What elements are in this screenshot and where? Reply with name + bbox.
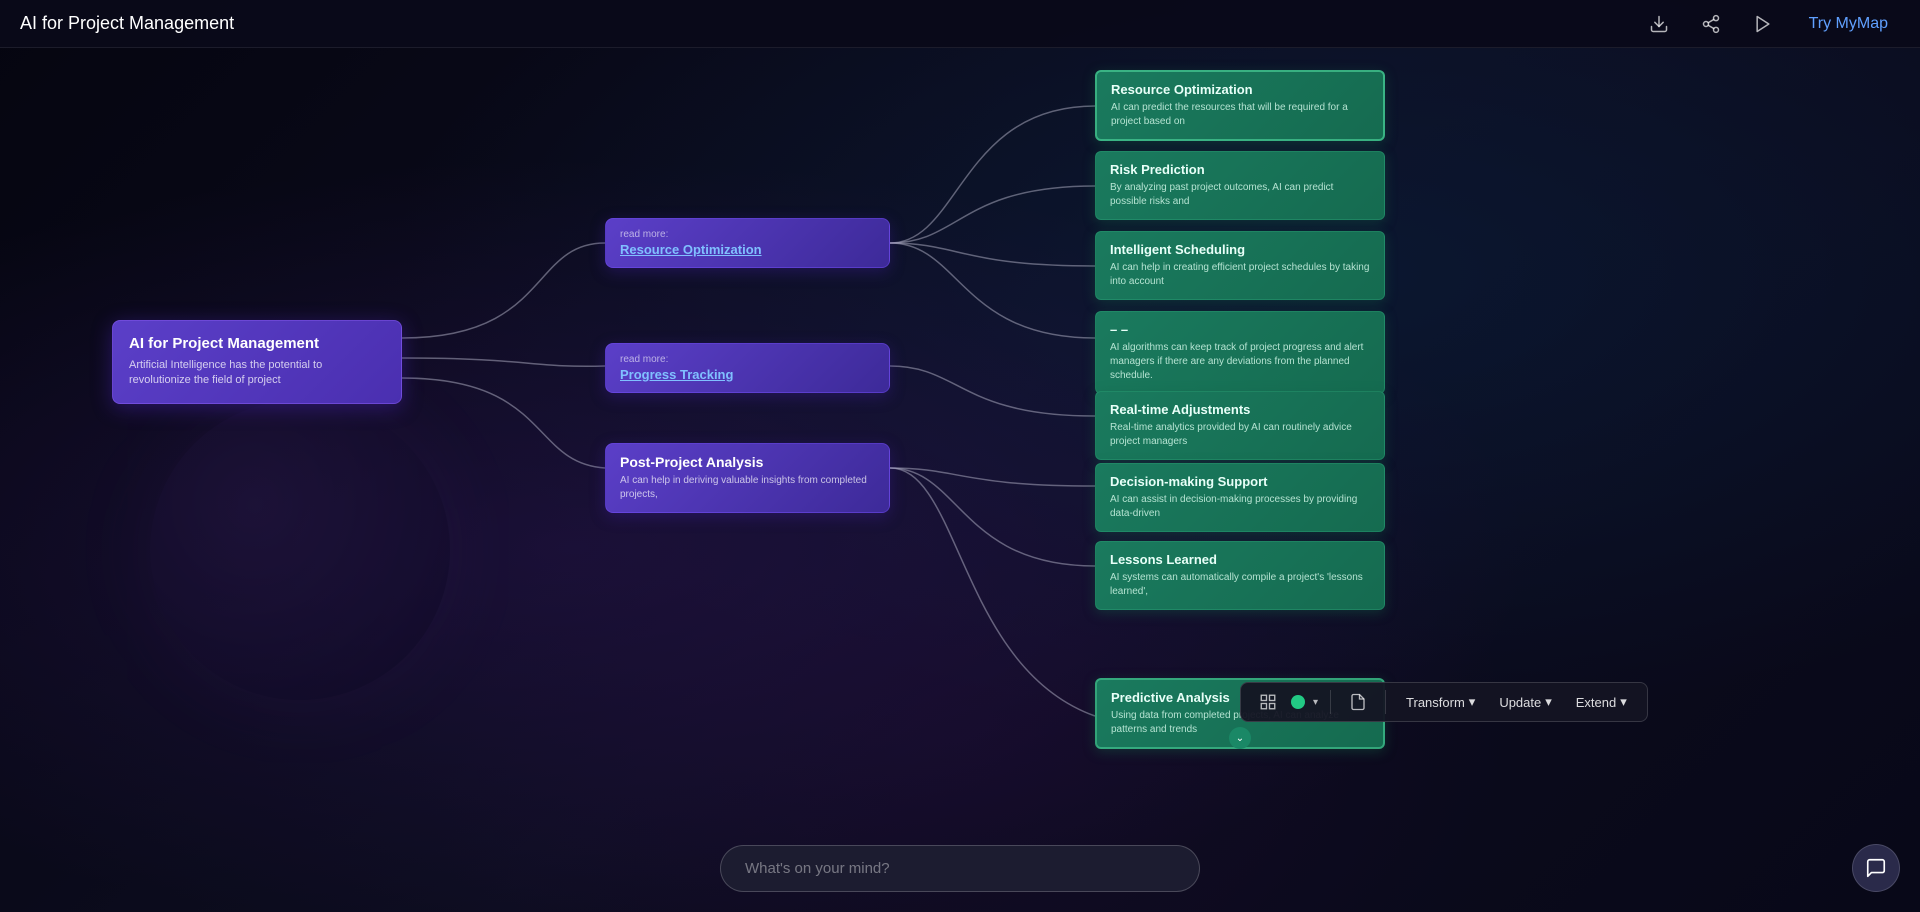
update-dropdown-button[interactable]: Update ▾ — [1491, 690, 1559, 714]
branch-node-resource-opt[interactable]: read more: Resource Optimization — [605, 218, 890, 268]
color-chevron-icon[interactable]: ▾ — [1313, 697, 1318, 708]
document-icon-button[interactable] — [1343, 689, 1373, 715]
chat-bubble-button[interactable] — [1852, 844, 1900, 892]
update-label: Update — [1499, 695, 1541, 710]
branch-post-project-title: Post-Project Analysis — [620, 454, 875, 470]
transform-label: Transform — [1406, 695, 1465, 710]
leaf-risk-prediction-title: Risk Prediction — [1110, 162, 1370, 177]
transform-chevron-icon: ▾ — [1469, 694, 1476, 710]
header-actions: Try MyMap — [1641, 10, 1900, 38]
leaf-intelligent-scheduling-desc: AI can help in creating efficient projec… — [1110, 261, 1370, 289]
expand-predictive-button[interactable]: ⌄ — [1229, 727, 1251, 749]
branch-resource-link[interactable]: Resource Optimization — [620, 242, 875, 257]
leaf-resource-optimization[interactable]: Resource Optimization AI can predict the… — [1095, 70, 1385, 141]
branch-progress-link[interactable]: Progress Tracking — [620, 367, 875, 382]
play-button[interactable] — [1745, 10, 1781, 38]
leaf-progress-monitoring-title: – – — [1110, 322, 1370, 337]
branch-post-project-desc: AI can help in deriving valuable insight… — [620, 474, 875, 502]
mind-map-canvas: AI for Project Management Artificial Int… — [0, 48, 1920, 912]
leaf-lessons-learned[interactable]: Lessons Learned AI systems can automatic… — [1095, 541, 1385, 610]
header: AI for Project Management Try MyMap — [0, 0, 1920, 48]
leaf-realtime-adjustments[interactable]: Real-time Adjustments Real-time analytic… — [1095, 391, 1385, 460]
extend-dropdown-button[interactable]: Extend ▾ — [1568, 690, 1635, 714]
toolbar-divider-1 — [1330, 690, 1331, 714]
leaf-decision-desc: AI can assist in decision-making process… — [1110, 493, 1370, 521]
leaf-intelligent-scheduling-title: Intelligent Scheduling — [1110, 242, 1370, 257]
leaf-resource-optimization-desc: AI can predict the resources that will b… — [1111, 101, 1369, 129]
leaf-realtime-desc: Real-time analytics provided by AI can r… — [1110, 421, 1370, 449]
root-node-description: Artificial Intelligence has the potentia… — [129, 358, 385, 389]
root-node-title: AI for Project Management — [129, 335, 385, 352]
leaf-decision-support[interactable]: Decision-making Support AI can assist in… — [1095, 463, 1385, 532]
color-picker-dot[interactable] — [1291, 695, 1305, 709]
branch-read-more-label-2: read more: — [620, 354, 875, 365]
branch-node-post-project[interactable]: Post-Project Analysis AI can help in der… — [605, 443, 890, 513]
leaf-risk-prediction-desc: By analyzing past project outcomes, AI c… — [1110, 181, 1370, 209]
leaf-decision-title: Decision-making Support — [1110, 474, 1370, 489]
extend-chevron-icon: ▾ — [1620, 694, 1627, 710]
toolbar-divider-2 — [1385, 690, 1386, 714]
branch-node-progress-tracking[interactable]: read more: Progress Tracking — [605, 343, 890, 393]
update-chevron-icon: ▾ — [1545, 694, 1552, 710]
download-button[interactable] — [1641, 10, 1677, 38]
bottom-toolbar: ▾ Transform ▾ Update ▾ Extend ▾ — [1240, 682, 1648, 722]
expand-icon-button[interactable] — [1253, 689, 1283, 715]
chat-input-wrapper — [720, 845, 1200, 892]
leaf-progress-monitoring[interactable]: – – AI algorithms can keep track of proj… — [1095, 311, 1385, 394]
chat-input[interactable] — [720, 845, 1200, 892]
try-mymap-button[interactable]: Try MyMap — [1797, 11, 1900, 37]
connector-lines — [0, 48, 1920, 912]
leaf-risk-prediction[interactable]: Risk Prediction By analyzing past projec… — [1095, 151, 1385, 220]
leaf-realtime-title: Real-time Adjustments — [1110, 402, 1370, 417]
leaf-lessons-title: Lessons Learned — [1110, 552, 1370, 567]
share-button[interactable] — [1693, 10, 1729, 38]
app-title: AI for Project Management — [20, 13, 234, 34]
leaf-progress-monitoring-desc: AI algorithms can keep track of project … — [1110, 341, 1370, 383]
leaf-resource-optimization-title: Resource Optimization — [1111, 82, 1369, 97]
root-node[interactable]: AI for Project Management Artificial Int… — [112, 320, 402, 404]
transform-dropdown-button[interactable]: Transform ▾ — [1398, 690, 1483, 714]
leaf-lessons-desc: AI systems can automatically compile a p… — [1110, 571, 1370, 599]
extend-label: Extend — [1576, 695, 1616, 710]
branch-read-more-label: read more: — [620, 229, 875, 240]
leaf-intelligent-scheduling[interactable]: Intelligent Scheduling AI can help in cr… — [1095, 231, 1385, 300]
